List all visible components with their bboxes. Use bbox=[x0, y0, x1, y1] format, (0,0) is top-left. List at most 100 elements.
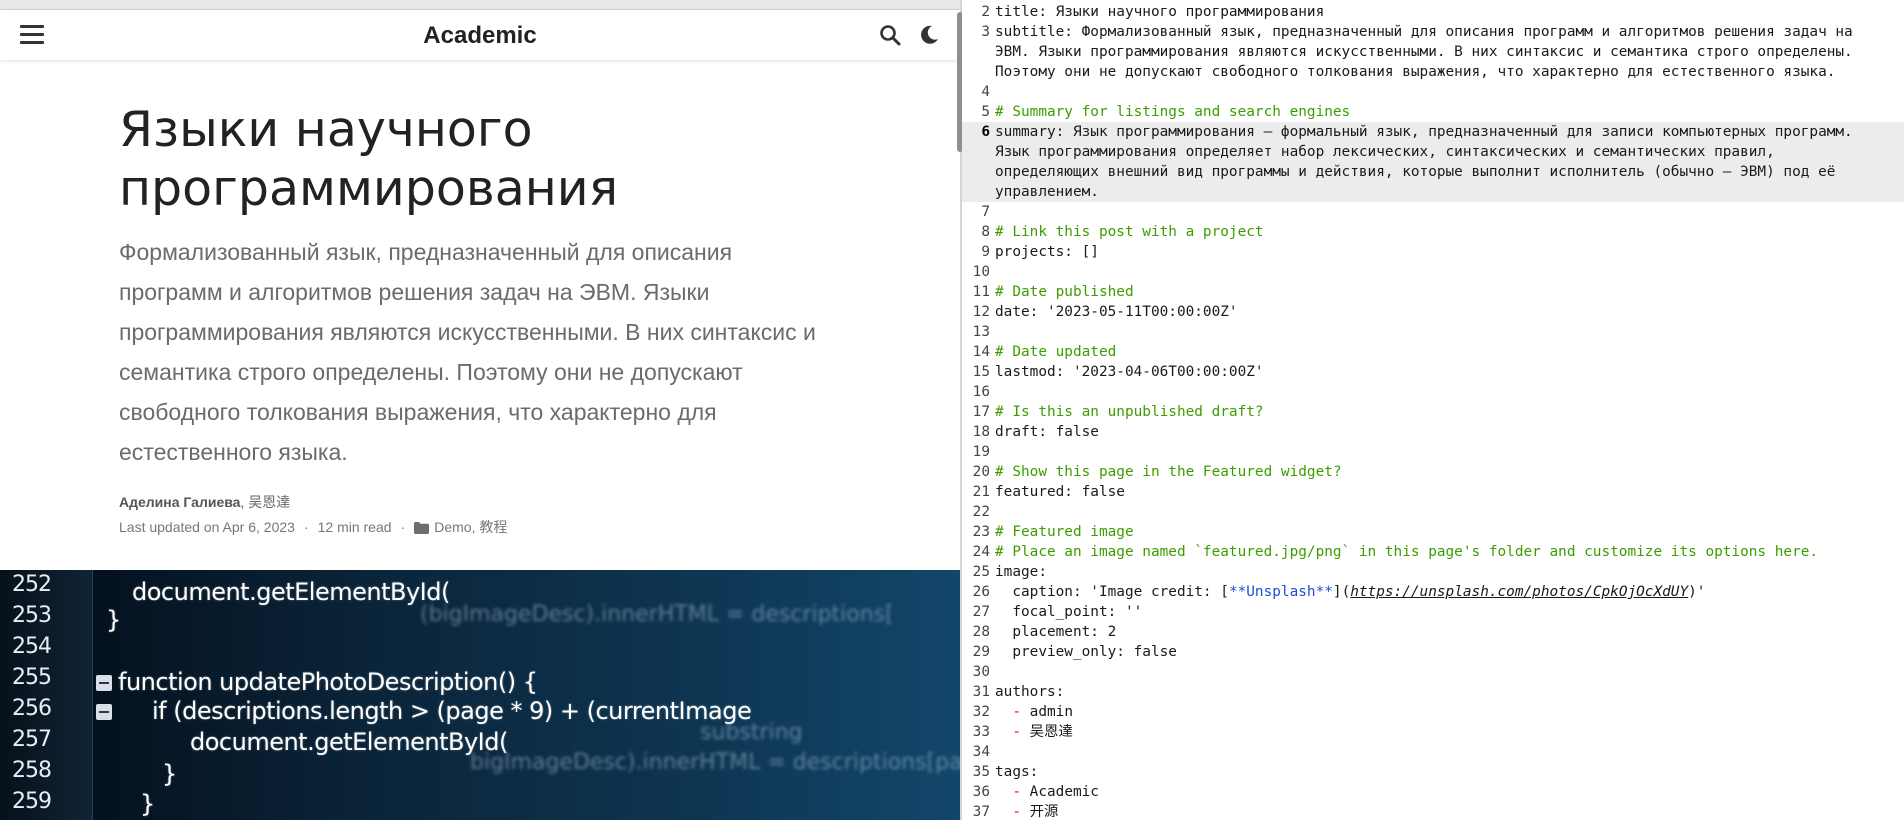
line-text: placement: 2 bbox=[995, 624, 1117, 640]
editor-line[interactable]: 5 # Summary for listings and search engin… bbox=[962, 102, 1904, 122]
line-number: 24 bbox=[972, 544, 990, 560]
moon-icon[interactable] bbox=[917, 23, 941, 47]
editor-line-wrap[interactable]: управлением. bbox=[962, 182, 1904, 202]
yaml-comment: # Summary for listings and search engine… bbox=[995, 104, 1351, 120]
yaml-comment: # Featured image bbox=[995, 524, 1134, 540]
editor-line[interactable]: 4 bbox=[962, 82, 1904, 102]
line-number: 32 bbox=[972, 704, 990, 720]
post-authors: Аделина Галиева, 吴恩達 bbox=[119, 492, 290, 512]
editor-line[interactable]: 35 tags: bbox=[962, 762, 1904, 782]
yaml-comment: # Place an image named `featured.jpg/png… bbox=[995, 544, 1819, 560]
site-navbar: Academic bbox=[0, 10, 960, 60]
last-updated: Last updated on Apr 6, 2023 bbox=[119, 519, 295, 535]
post-summary: Формализованный язык, предназначенный дл… bbox=[119, 239, 816, 465]
code-text: } bbox=[106, 606, 121, 634]
list-dash: - bbox=[1012, 804, 1021, 820]
list-dash: - bbox=[1012, 704, 1021, 720]
editor-line[interactable]: 18 draft: false bbox=[962, 422, 1904, 442]
editor-line[interactable]: 9 projects: [] bbox=[962, 242, 1904, 262]
author-link[interactable]: 吴恩達 bbox=[248, 494, 290, 510]
yaml-comment: # Show this page in the Featured widget? bbox=[995, 464, 1342, 480]
editor-line[interactable]: 14 # Date updated bbox=[962, 342, 1904, 362]
editor-line[interactable]: 36 - Academic bbox=[962, 782, 1904, 802]
code-text: function updatePhotoDescription() { bbox=[118, 668, 538, 696]
editor-line-wrap[interactable]: Язык программирования определяет набор л… bbox=[962, 142, 1904, 162]
line-number: 14 bbox=[972, 344, 990, 360]
line-text: draft: false bbox=[995, 424, 1099, 440]
code-text: } bbox=[162, 760, 177, 788]
hamburger-menu-icon[interactable] bbox=[20, 25, 44, 45]
editor-line-wrap[interactable]: Поэтому они не допускают свободного толк… bbox=[962, 62, 1904, 82]
editor-line[interactable]: 26 caption: 'Image credit: [**Unsplash**… bbox=[962, 582, 1904, 602]
line-text-part: 开源 bbox=[1021, 804, 1059, 820]
line-text: - 开源 bbox=[995, 802, 1058, 820]
editor-line[interactable]: 20 # Show this page in the Featured widge… bbox=[962, 462, 1904, 482]
editor-line[interactable]: 24 # Place an image named `featured.jpg/p… bbox=[962, 542, 1904, 562]
line-number: 4 bbox=[981, 84, 990, 100]
editor-line[interactable]: 30 bbox=[962, 662, 1904, 682]
line-number: 26 bbox=[972, 584, 990, 600]
line-text-part: )' bbox=[1688, 584, 1706, 600]
editor-line[interactable]: 37 - 开源 bbox=[962, 802, 1904, 820]
editor-line[interactable]: 28 placement: 2 bbox=[962, 622, 1904, 642]
yaml-comment: # Date published bbox=[995, 284, 1134, 300]
editor-line[interactable]: 7 bbox=[962, 202, 1904, 222]
line-number: 6 bbox=[981, 124, 990, 140]
line-text-part: admin bbox=[1021, 704, 1073, 720]
editor-line[interactable]: 27 focal_point: '' bbox=[962, 602, 1904, 622]
editor-line[interactable]: 25 image: bbox=[962, 562, 1904, 582]
editor-line[interactable]: 32 - admin bbox=[962, 702, 1904, 722]
list-dash: - bbox=[1012, 724, 1021, 740]
editor-line[interactable]: 13 bbox=[962, 322, 1904, 342]
editor-line[interactable]: 3 subtitle: Формализованный язык, предназ… bbox=[962, 22, 1904, 42]
editor-line[interactable]: 33 - 吴恩達 bbox=[962, 722, 1904, 742]
line-text: featured: false bbox=[995, 484, 1125, 500]
code-editor[interactable]: 2 title: Языки научного программирования 3… bbox=[962, 0, 1904, 820]
line-text: tags: bbox=[995, 764, 1039, 780]
line-number: 25 bbox=[972, 564, 990, 580]
line-number: 33 bbox=[972, 724, 990, 740]
editor-line[interactable]: 29 preview_only: false bbox=[962, 642, 1904, 662]
editor-line[interactable]: 10 bbox=[962, 262, 1904, 282]
line-text: focal_point: '' bbox=[995, 604, 1143, 620]
line-text-part bbox=[995, 784, 1012, 800]
editor-line[interactable]: 8 # Link this post with a project bbox=[962, 222, 1904, 242]
editor-line[interactable]: 16 bbox=[962, 382, 1904, 402]
editor-line[interactable]: 34 bbox=[962, 742, 1904, 762]
code-line-number: 259 bbox=[12, 789, 52, 814]
site-title-link[interactable]: Academic bbox=[423, 22, 536, 49]
folder-icon bbox=[414, 521, 430, 537]
editor-line[interactable]: 23 # Featured image bbox=[962, 522, 1904, 542]
editor-line-wrap[interactable]: определяющих внешний вид программы и дей… bbox=[962, 162, 1904, 182]
category-link[interactable]: 教程 bbox=[479, 519, 507, 535]
reading-time: 12 min read bbox=[317, 519, 392, 535]
line-number: 10 bbox=[972, 264, 990, 280]
line-number: 22 bbox=[972, 504, 990, 520]
line-number: 11 bbox=[972, 284, 990, 300]
line-number: 17 bbox=[972, 404, 990, 420]
editor-line[interactable]: 21 featured: false bbox=[962, 482, 1904, 502]
line-text: image: bbox=[995, 564, 1047, 580]
line-number: 15 bbox=[972, 364, 990, 380]
editor-line[interactable]: 11 # Date published bbox=[962, 282, 1904, 302]
editor-line[interactable]: 2 title: Языки научного программирования bbox=[962, 2, 1904, 22]
site-brand: Academic bbox=[0, 22, 960, 50]
line-text: summary: Язык программирования — формаль… bbox=[995, 124, 1853, 140]
search-icon[interactable] bbox=[878, 23, 902, 47]
editor-line[interactable]: 12 date: '2023-05-11T00:00:00Z' bbox=[962, 302, 1904, 322]
line-text-part: 吴恩達 bbox=[1021, 724, 1073, 740]
line-text-part: Academic bbox=[1021, 784, 1099, 800]
editor-line[interactable]: 17 # Is this an unpublished draft? bbox=[962, 402, 1904, 422]
editor-line[interactable]: 31 authors: bbox=[962, 682, 1904, 702]
editor-line[interactable]: 15 lastmod: '2023-04-06T00:00:00Z' bbox=[962, 362, 1904, 382]
editor-line[interactable]: 6 summary: Язык программирования — формал… bbox=[962, 122, 1904, 142]
line-text: preview_only: false bbox=[995, 644, 1177, 660]
url-link[interactable]: https://unsplash.com/photos/CpkOjOcXdUY bbox=[1350, 584, 1688, 600]
yaml-comment: # Link this post with a project bbox=[995, 224, 1264, 240]
category-link[interactable]: Demo bbox=[434, 519, 471, 535]
editor-line-wrap[interactable]: ЭВМ. Языки программирования являются иск… bbox=[962, 42, 1904, 62]
editor-line[interactable]: 19 bbox=[962, 442, 1904, 462]
author-link[interactable]: Аделина Галиева bbox=[119, 494, 240, 510]
line-text: authors: bbox=[995, 684, 1065, 700]
editor-line[interactable]: 22 bbox=[962, 502, 1904, 522]
